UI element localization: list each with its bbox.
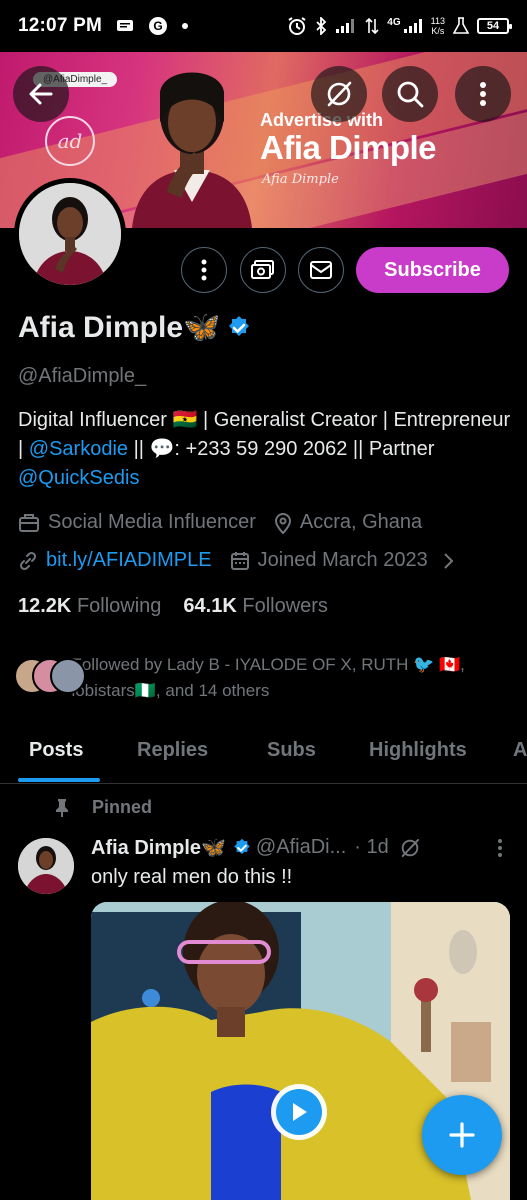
pin-icon (56, 798, 68, 817)
avatar (50, 658, 86, 694)
profile-meta-row-1: Social Media Influencer Accra, Ghana (18, 511, 440, 534)
profile-handle: @AfiaDimple_ (18, 365, 147, 387)
post-author-handle: @AfiaDi... (255, 836, 347, 858)
follow-counts: 12.2K Following 64.1K Followers (18, 595, 328, 618)
pinned-label: Pinned (92, 797, 153, 817)
profile-location: Accra, Ghana (299, 511, 423, 533)
profile-joined-date: Joined March 2023 (257, 549, 428, 571)
profile-tabs: Posts Replies Subs Highlights A (0, 718, 527, 784)
lab-flask-icon (453, 17, 469, 34)
play-button[interactable] (271, 1084, 327, 1140)
more-vertical-icon (201, 259, 207, 281)
signal-icon-2 (403, 19, 422, 33)
profile-category: Social Media Influencer (48, 511, 256, 533)
more-vertical-icon (480, 82, 486, 106)
alarm-icon (288, 17, 306, 35)
more-notifications-dot (181, 23, 188, 29)
banner-signature: Afia Dimple (262, 172, 339, 187)
link-icon (19, 551, 37, 570)
grok-button[interactable] (311, 66, 367, 122)
search-button[interactable] (382, 66, 438, 122)
network-speed: 113 K/s (430, 16, 445, 36)
bio-mention-quicksedis[interactable]: @QuickSedis (18, 467, 139, 489)
message-button[interactable] (298, 247, 344, 293)
post-timestamp: · 1d (354, 836, 389, 858)
search-icon (397, 81, 424, 108)
post-avatar-image (18, 838, 74, 894)
message-icon (116, 20, 133, 31)
calendar-icon (230, 551, 249, 570)
arrow-left-icon (29, 83, 53, 105)
verified-badge-icon (234, 838, 250, 854)
following-link[interactable]: 12.2K Following (18, 595, 161, 618)
followed-by-section[interactable]: Followed by Lady B - IYALODE OF X, RUTH … (14, 652, 514, 704)
briefcase-icon (19, 513, 39, 532)
envelope-icon (310, 261, 332, 279)
more-options-button[interactable] (455, 66, 511, 122)
grok-icon[interactable] (399, 837, 421, 859)
profile-bio: Digital Influencer 🇬🇭 | Generalist Creat… (18, 409, 511, 489)
subscribe-button[interactable]: Subscribe (356, 247, 509, 293)
tip-button[interactable] (240, 247, 286, 293)
money-icon (251, 260, 274, 279)
network-type: 4G (387, 16, 401, 28)
grok-icon (327, 81, 352, 107)
tab-subs[interactable]: Subs (267, 718, 316, 783)
verified-badge-icon[interactable] (226, 315, 252, 341)
profile-meta-row-2: bit.ly/AFIADIMPLE Joined March 2023 (18, 549, 454, 572)
profile-more-button[interactable] (181, 247, 227, 293)
data-arrows-icon (365, 17, 379, 35)
banner-logo: ad (45, 116, 95, 166)
display-name: Afia Dimple🦋 (18, 311, 221, 344)
signal-icon (336, 19, 355, 33)
bluetooth-icon (316, 17, 327, 35)
status-bar: 12:07 PM G 4G 113 K/s 54 (0, 0, 527, 52)
pinned-label-row: Pinned (54, 797, 152, 818)
post-header: Afia Dimple🦋 @AfiaDi... · 1d (91, 835, 511, 860)
bio-mention-sarkodie[interactable]: @Sarkodie (29, 438, 128, 460)
profile-website-link[interactable]: bit.ly/AFIADIMPLE (46, 549, 212, 572)
status-time: 12:07 PM (18, 15, 102, 36)
back-button[interactable] (13, 66, 69, 122)
banner-headline-large: Afia Dimple (260, 129, 437, 166)
post-author-avatar[interactable] (18, 838, 74, 894)
tab-articles[interactable]: A (513, 718, 527, 783)
post-more-icon[interactable] (497, 838, 503, 858)
post-text: only real men do this !! (91, 866, 293, 888)
profile-avatar-image (19, 183, 121, 285)
battery-indicator: 54 (477, 18, 512, 34)
followed-by-text: Followed by Lady B - IYALODE OF X, RUTH … (71, 655, 465, 700)
active-tab-indicator (18, 778, 100, 782)
tab-replies[interactable]: Replies (137, 718, 208, 783)
compose-post-button[interactable] (422, 1095, 502, 1175)
post-author-name[interactable]: Afia Dimple🦋 (91, 835, 226, 860)
plus-icon (449, 1122, 475, 1148)
profile-name-row: Afia Dimple🦋 (18, 310, 252, 345)
chevron-right-icon[interactable] (442, 552, 454, 570)
profile-avatar[interactable] (14, 178, 126, 290)
tab-highlights[interactable]: Highlights (369, 718, 467, 783)
tab-posts[interactable]: Posts (29, 718, 83, 783)
location-pin-icon (274, 512, 291, 534)
followers-link[interactable]: 64.1K Followers (183, 595, 328, 618)
followed-by-avatars (14, 658, 86, 698)
play-icon (293, 1103, 307, 1121)
app-notification-icon: G (148, 17, 167, 35)
svg-text:G: G (153, 19, 162, 33)
banner-portrait-image (132, 72, 252, 228)
